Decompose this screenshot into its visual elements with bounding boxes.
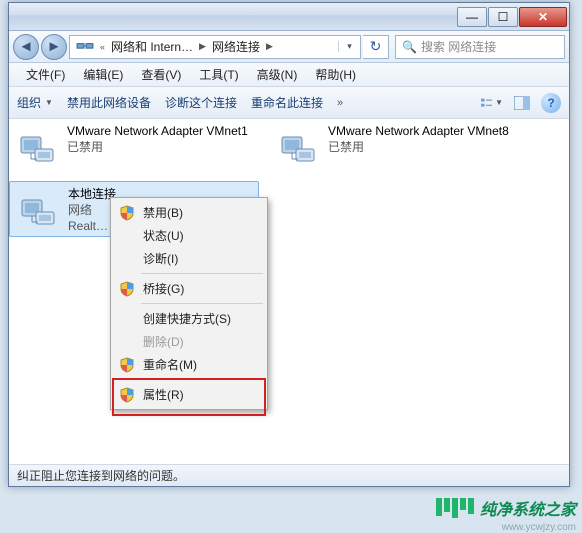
shield-icon (119, 357, 135, 373)
address-dropdown[interactable]: ▾ (338, 41, 360, 52)
context-menu-item[interactable]: 诊断(I) (113, 247, 265, 270)
shield-icon (119, 281, 135, 297)
crumb-network[interactable]: 网络和 Intern… (107, 38, 197, 55)
context-menu-label: 状态(U) (143, 227, 184, 244)
nav-bar: ◄ ► « 网络和 Intern… ▶ 网络连接 ▶ ▾ ↻ 🔍 搜索 网络连接 (9, 31, 569, 63)
organize-button[interactable]: 组织▼ (17, 94, 53, 111)
menu-edit[interactable]: 编辑(E) (74, 66, 132, 83)
command-bar: 组织▼ 禁用此网络设备 诊断这个连接 重命名此连接 » ▼ ? (9, 87, 569, 119)
adapter-sub2: Realt… (68, 218, 116, 234)
search-input[interactable]: 🔍 搜索 网络连接 (395, 35, 565, 59)
menu-bar: 文件(F) 编辑(E) 查看(V) 工具(T) 高级(N) 帮助(H) (9, 63, 569, 87)
watermark: 纯净系统之家 www.ycwjzy.com (436, 496, 576, 520)
search-placeholder: 搜索 网络连接 (421, 38, 496, 55)
menu-view[interactable]: 查看(V) (132, 66, 190, 83)
adapter-item[interactable]: VMware Network Adapter VMnet1已禁用 (9, 119, 259, 175)
context-menu-label: 重命名(M) (143, 356, 197, 373)
address-bar[interactable]: « 网络和 Intern… ▶ 网络连接 ▶ ▾ (69, 35, 361, 59)
watermark-text: 纯净系统之家 (480, 496, 576, 520)
network-adapter-icon (276, 125, 320, 169)
adapter-item[interactable]: VMware Network Adapter VMnet8已禁用 (270, 119, 520, 175)
adapter-sub1: 网络 (68, 202, 116, 218)
status-bar: 纠正阻止您连接到网络的问题。 (9, 464, 569, 486)
diagnose-button[interactable]: 诊断这个连接 (165, 94, 237, 111)
shield-icon (119, 387, 135, 403)
context-menu: 禁用(B) 状态(U) 诊断(I) 桥接(G) 创建快捷方式(S) 删除(D) 重命名(M)… (110, 197, 268, 410)
content-area: VMware Network Adapter VMnet1已禁用VMware N… (9, 119, 569, 486)
crumb-arrow[interactable]: « (98, 42, 107, 52)
context-menu-item[interactable]: 桥接(G) (113, 277, 265, 300)
menu-help[interactable]: 帮助(H) (306, 66, 365, 83)
adapter-status: 已禁用 (67, 139, 248, 155)
shield-icon (119, 205, 135, 221)
adapter-status: 已禁用 (328, 139, 509, 155)
context-menu-label: 删除(D) (143, 333, 184, 350)
menu-file[interactable]: 文件(F) (17, 66, 74, 83)
adapter-name: VMware Network Adapter VMnet8 (328, 123, 509, 139)
crumb-arrow[interactable]: ▶ (264, 41, 275, 52)
view-options-button[interactable]: ▼ (481, 92, 503, 114)
preview-pane-button[interactable] (511, 92, 533, 114)
context-menu-item[interactable]: 禁用(B) (113, 201, 265, 224)
menu-tools[interactable]: 工具(T) (190, 66, 247, 83)
context-menu-label: 诊断(I) (143, 250, 178, 267)
context-menu-label: 创建快捷方式(S) (143, 310, 231, 327)
context-menu-item[interactable]: 创建快捷方式(S) (113, 307, 265, 330)
network-adapter-icon (16, 188, 60, 232)
context-menu-label: 属性(R) (143, 386, 184, 403)
overflow-chevron[interactable]: » (337, 97, 343, 109)
refresh-button[interactable]: ↻ (363, 35, 389, 59)
explorer-window: — ☐ ✕ ◄ ► « 网络和 Intern… ▶ 网络连接 ▶ ▾ ↻ 🔍 搜… (8, 2, 570, 487)
context-menu-item[interactable]: 属性(R) (113, 383, 265, 406)
adapter-name: 本地连接 (68, 186, 116, 202)
context-menu-item[interactable]: 重命名(M) (113, 353, 265, 376)
context-menu-separator (141, 379, 263, 380)
context-menu-item[interactable]: 状态(U) (113, 224, 265, 247)
search-icon: 🔍 (402, 40, 417, 54)
disable-device-button[interactable]: 禁用此网络设备 (67, 94, 151, 111)
minimize-button[interactable]: — (457, 7, 487, 27)
forward-button[interactable]: ► (41, 34, 67, 60)
status-text: 纠正阻止您连接到网络的问题。 (17, 467, 185, 484)
context-menu-separator (141, 303, 263, 304)
menu-advanced[interactable]: 高级(N) (248, 66, 307, 83)
crumb-connections[interactable]: 网络连接 (208, 38, 264, 55)
crumb-arrow[interactable]: ▶ (197, 41, 208, 52)
context-menu-separator (141, 273, 263, 274)
context-menu-label: 桥接(G) (143, 280, 184, 297)
maximize-button[interactable]: ☐ (488, 7, 518, 27)
location-icon (76, 38, 94, 56)
context-menu-label: 禁用(B) (143, 204, 183, 221)
back-button[interactable]: ◄ (13, 34, 39, 60)
adapter-name: VMware Network Adapter VMnet1 (67, 123, 248, 139)
help-button[interactable]: ? (541, 93, 561, 113)
context-menu-item: 删除(D) (113, 330, 265, 353)
watermark-logo-icon (436, 498, 474, 518)
close-button[interactable]: ✕ (519, 7, 567, 27)
rename-button[interactable]: 重命名此连接 (251, 94, 323, 111)
title-bar: — ☐ ✕ (9, 3, 569, 31)
network-adapter-icon (15, 125, 59, 169)
